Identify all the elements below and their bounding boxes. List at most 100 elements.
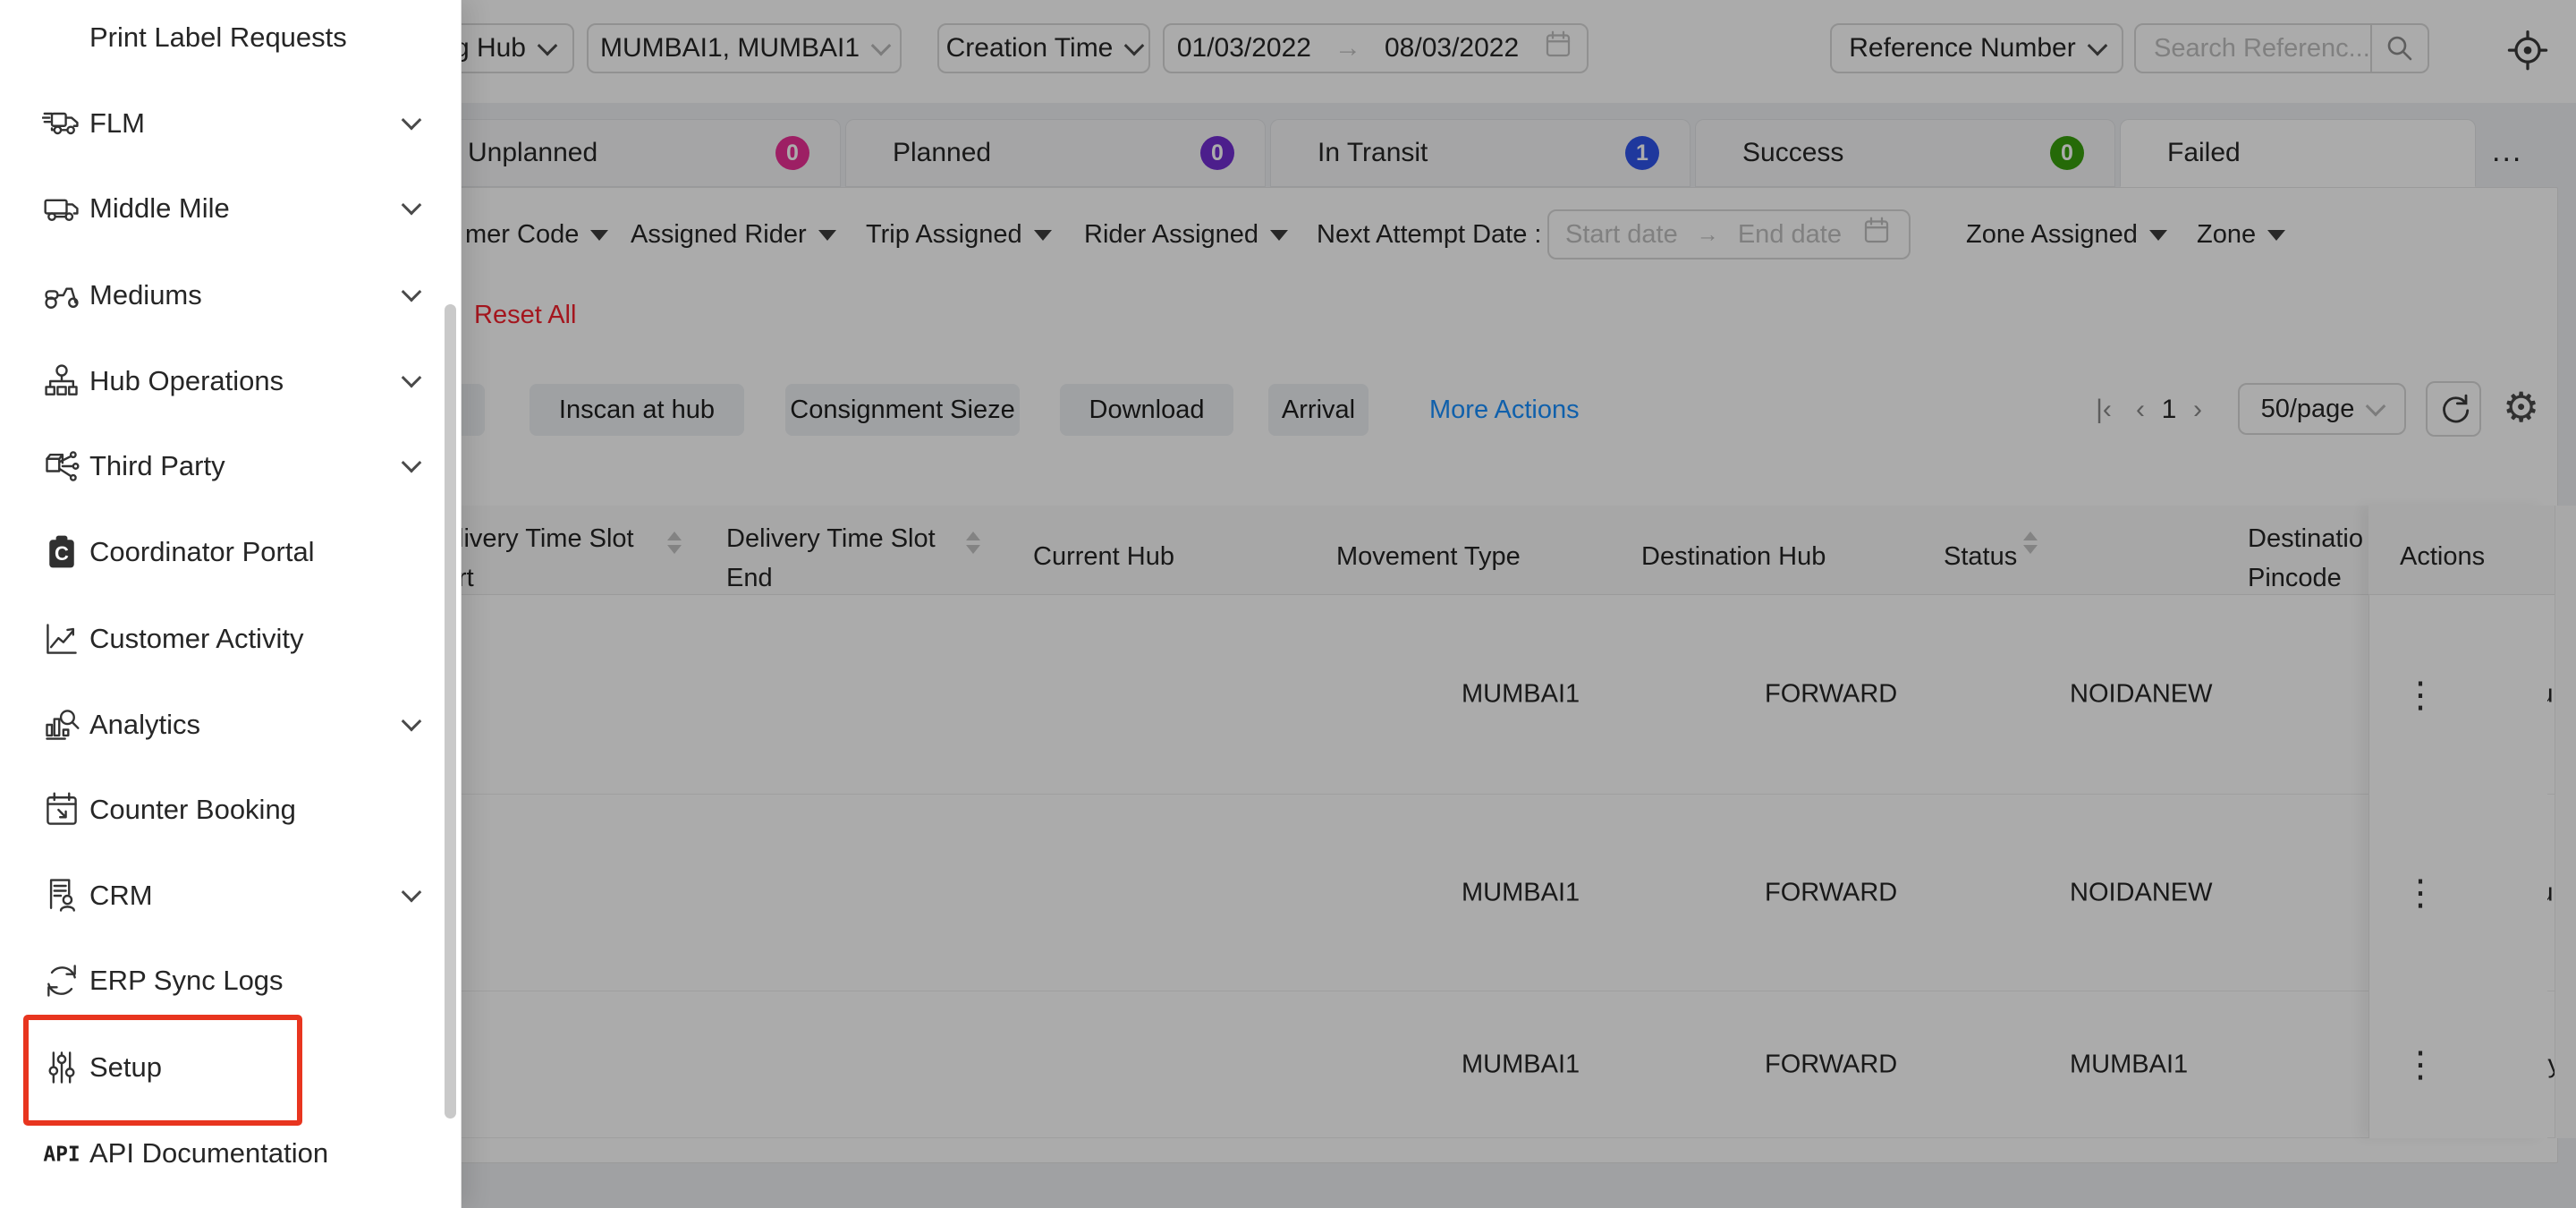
action-button[interactable]: Inscan at hub — [530, 384, 744, 436]
svg-text:C: C — [55, 542, 69, 565]
movement-type-cell: FORWARD — [1765, 680, 1897, 710]
table-row: MUMBAI1 FORWARD MUMBAI1 Out For Delivery… — [428, 991, 2557, 1138]
pagination-next-button[interactable]: › — [2184, 384, 2211, 436]
hub-icon — [41, 361, 82, 402]
sliders-icon — [41, 1047, 82, 1088]
sidebar-item[interactable]: CRM — [0, 853, 438, 939]
search-button[interactable] — [2370, 25, 2428, 72]
more-actions-link[interactable]: More Actions — [1429, 396, 1580, 425]
caret-down-icon — [2267, 230, 2285, 250]
date-from: 01/03/2022 — [1177, 33, 1311, 64]
action-button[interactable]: Consignment Sieze — [785, 384, 1020, 436]
filter-dropdown[interactable]: Trip Assigned — [866, 213, 1052, 256]
sidebar-item[interactable]: ERP Sync Logs — [0, 938, 438, 1024]
sidebar-item[interactable]: Analytics — [0, 682, 438, 768]
van-icon — [41, 188, 82, 229]
chevron-down-icon — [402, 882, 422, 903]
column-header: Actions — [2400, 537, 2485, 576]
locate-icon[interactable] — [2504, 25, 2551, 76]
count-badge: 0 — [775, 136, 809, 170]
chevron-down-icon — [402, 368, 422, 388]
column-header[interactable]: Delivery Time SlotEnd — [726, 519, 936, 598]
kebab-menu-icon[interactable]: ⋮ — [2402, 1044, 2438, 1085]
sort-icon[interactable] — [966, 532, 980, 554]
table-scrollbar[interactable] — [2555, 506, 2576, 1138]
status-tab[interactable]: Unplanned 0 — [420, 119, 841, 187]
sidebar-item[interactable]: Hub Operations — [0, 338, 438, 424]
filter-dropdown[interactable]: Zone — [2197, 213, 2285, 256]
sidebar-item[interactable]: Counter Booking — [0, 767, 438, 853]
status-tab[interactable]: Failed — [2120, 119, 2476, 187]
sidebar-item[interactable]: Middle Mile — [0, 166, 438, 251]
search-type-label: Reference Number — [1849, 33, 2075, 64]
count-badge: 1 — [1625, 136, 1659, 170]
range-arrow-icon: → — [1335, 33, 1361, 64]
next-attempt-label: Next Attempt Date : — [1317, 220, 1541, 250]
search-input[interactable] — [2136, 34, 2370, 64]
column-header[interactable]: Movement Type — [1336, 537, 1521, 576]
current-hub-cell: MUMBAI1 — [1462, 1050, 1580, 1079]
sidebar-item[interactable]: API API Documentation — [0, 1110, 438, 1196]
truck-icon — [41, 103, 82, 144]
next-attempt-date-range[interactable]: Start date → End date — [1547, 209, 1911, 259]
destination-hub-cell: NOIDANEW — [2070, 878, 2213, 907]
time-filter-label: Creation Time — [946, 33, 1114, 64]
sidebar-item[interactable]: Third Party — [0, 423, 438, 509]
filter-dropdown[interactable]: Zone Assigned — [1966, 213, 2167, 256]
movement-type-cell: FORWARD — [1765, 878, 1897, 907]
sidebar-item[interactable]: Customer Activity — [0, 596, 438, 682]
status-tab[interactable]: Success 0 — [1695, 119, 2115, 187]
sync-icon — [41, 960, 82, 1001]
column-header[interactable]: Current Hub — [1033, 537, 1174, 576]
pagination-prev-button[interactable]: ‹ — [2127, 384, 2154, 436]
time-filter-dropdown[interactable]: Creation Time — [937, 23, 1150, 73]
hub-value-dropdown[interactable]: MUMBAI1, MUMBAI1 — [587, 23, 902, 73]
column-header[interactable]: livery Time Slotrt — [458, 519, 634, 598]
movement-type-cell: FORWARD — [1765, 1050, 1897, 1079]
kebab-menu-icon[interactable]: ⋮ — [2402, 872, 2438, 914]
sidebar-item[interactable]: FLM — [0, 81, 438, 166]
status-tab[interactable]: In Transit 1 — [1270, 119, 1690, 187]
sidebar-item[interactable]: C Coordinator Portal — [0, 509, 438, 595]
chevron-down-icon — [2366, 396, 2386, 417]
date-range-picker[interactable]: 01/03/2022 → 08/03/2022 — [1163, 23, 1589, 73]
sidebar-item[interactable]: Setup — [0, 1025, 438, 1110]
column-header[interactable]: Status — [1944, 537, 2017, 576]
pagination-current-page[interactable]: 1 — [2154, 384, 2184, 436]
action-button[interactable]: Download — [1060, 384, 1233, 436]
filter-dropdown[interactable]: mer Code — [465, 213, 608, 256]
sort-icon[interactable] — [667, 532, 682, 554]
column-header[interactable]: DestinatioPincode — [2248, 519, 2363, 598]
chevron-down-icon — [538, 36, 558, 56]
filter-dropdown[interactable]: Rider Assigned — [1084, 213, 1288, 256]
svg-text:API: API — [43, 1143, 80, 1166]
chevron-down-icon — [402, 453, 422, 473]
start-date-placeholder: Start date — [1565, 220, 1678, 250]
filter-dropdown[interactable]: Assigned Rider — [631, 213, 836, 256]
page-size-select[interactable]: 50/page — [2238, 383, 2406, 435]
clipboard-icon: C — [41, 532, 82, 573]
caret-down-icon — [590, 230, 608, 250]
sidebar-scrollbar[interactable] — [445, 304, 456, 1119]
action-button[interactable]: Arrival — [1268, 384, 1368, 436]
sidebar-item[interactable]: Mediums — [0, 252, 438, 338]
scooter-icon — [41, 275, 82, 316]
search-box — [2134, 23, 2429, 73]
sort-icon[interactable] — [2023, 532, 2038, 554]
refresh-button[interactable] — [2426, 381, 2481, 437]
table-row: MUMBAI1 FORWARD NOIDANEW In Transit To H… — [428, 795, 2557, 991]
column-header[interactable]: Destination Hub — [1641, 537, 1826, 576]
count-badge: 0 — [2050, 136, 2084, 170]
table-settings-gear-icon[interactable]: ⚙ — [2503, 383, 2539, 431]
navigation-sidebar: Print Label Requests FLM Middle Mile Med… — [0, 0, 462, 1208]
reset-all-link[interactable]: Reset All — [474, 301, 576, 330]
caret-down-icon — [818, 230, 836, 250]
sidebar-item[interactable]: Print Label Requests — [0, 0, 438, 81]
search-type-dropdown[interactable]: Reference Number — [1830, 23, 2123, 73]
kebab-menu-icon[interactable]: ⋮ — [2402, 675, 2438, 716]
current-hub-cell: MUMBAI1 — [1462, 878, 1580, 907]
crm-icon — [41, 875, 82, 916]
tabs-overflow-button[interactable]: ... — [2492, 134, 2522, 169]
status-tab[interactable]: Planned 0 — [845, 119, 1266, 187]
pagination-first-button[interactable]: |‹ — [2084, 384, 2123, 436]
